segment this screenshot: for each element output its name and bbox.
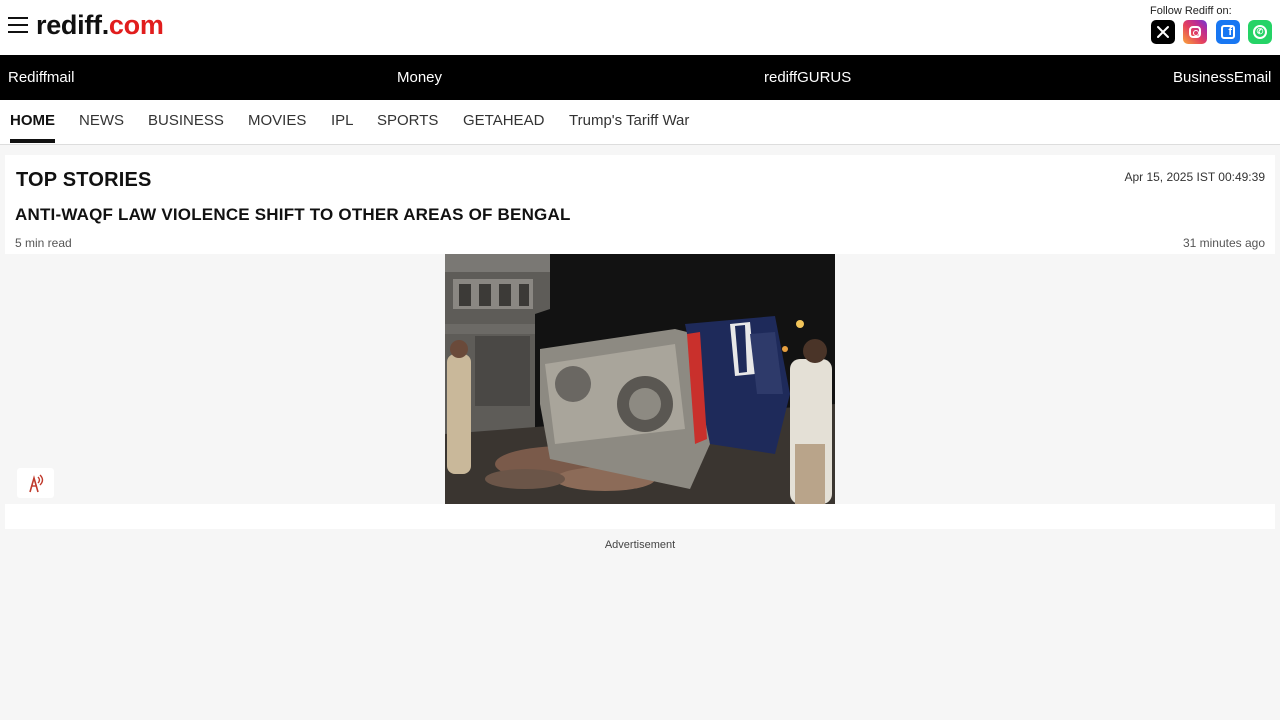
facebook-icon[interactable]: f xyxy=(1216,20,1240,44)
story-image[interactable] xyxy=(445,254,835,504)
site-header: rediff.com Follow Rediff on: f ✆ xyxy=(0,0,1280,55)
timestamp: Apr 15, 2025 IST 00:49:39 xyxy=(1124,170,1265,184)
tab-movies[interactable]: MOVIES xyxy=(248,100,306,144)
time-ago: 31 minutes ago xyxy=(1182,236,1265,250)
link-rediffgurus[interactable]: rediffGURUS xyxy=(764,55,851,100)
top-link-bar: Rediffmail Money rediffGURUS BusinessEma… xyxy=(0,55,1280,100)
site-logo[interactable]: rediff.com xyxy=(36,8,164,42)
instagram-icon[interactable] xyxy=(1183,20,1207,44)
whatsapp-icon[interactable]: ✆ xyxy=(1248,20,1272,44)
x-icon[interactable] xyxy=(1151,20,1175,44)
advertisement-label: Advertisement xyxy=(604,539,676,551)
link-money[interactable]: Money xyxy=(397,55,442,100)
tab-getahead[interactable]: GETAHEAD xyxy=(463,100,544,144)
audio-icon[interactable] xyxy=(17,468,54,498)
tab-home[interactable]: HOME xyxy=(10,100,55,144)
link-rediffmail[interactable]: Rediffmail xyxy=(8,55,74,100)
tab-news[interactable]: NEWS xyxy=(79,100,124,144)
section-tabs: HOME NEWS BUSINESS MOVIES IPL SPORTS GET… xyxy=(0,100,1280,145)
tab-ipl[interactable]: IPL xyxy=(331,100,354,144)
story-headline[interactable]: ANTI-WAQF LAW VIOLENCE SHIFT TO OTHER AR… xyxy=(15,205,571,225)
tab-sports[interactable]: SPORTS xyxy=(377,100,438,144)
menu-icon[interactable] xyxy=(8,17,28,35)
tab-business[interactable]: BUSINESS xyxy=(148,100,224,144)
top-stories-card: TOP STORIES Apr 15, 2025 IST 00:49:39 AN… xyxy=(5,155,1275,529)
link-businessemail[interactable]: BusinessEmail xyxy=(1173,55,1271,100)
advertisement-slot[interactable] xyxy=(5,555,1275,715)
section-title: TOP STORIES xyxy=(16,169,152,191)
follow-label: Follow Rediff on: xyxy=(1150,5,1232,17)
read-time: 5 min read xyxy=(15,236,72,250)
tab-trumps-tariff-war[interactable]: Trump's Tariff War xyxy=(569,100,689,144)
